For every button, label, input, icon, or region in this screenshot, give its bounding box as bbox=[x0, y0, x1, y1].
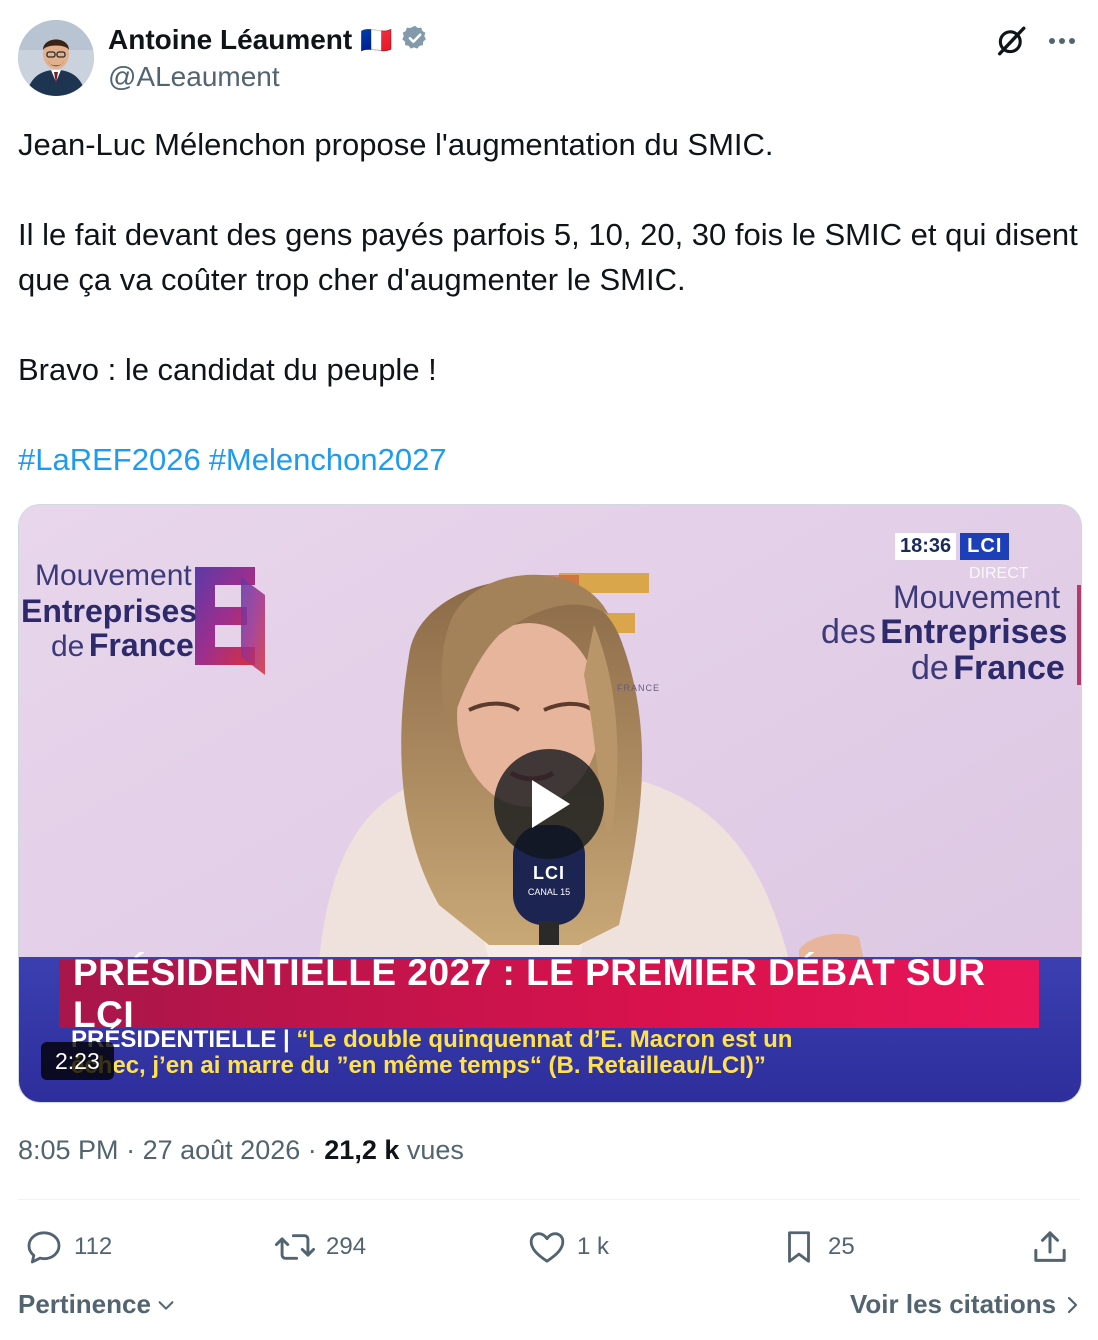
hashtag-link[interactable]: #Melenchon2027 bbox=[209, 442, 447, 477]
news-subtitle: PRÉSIDENTIELLE | “Le double quinquennat … bbox=[71, 1027, 792, 1079]
logo-left-france: France bbox=[88, 627, 194, 663]
grok-icon[interactable] bbox=[990, 20, 1032, 62]
like-button[interactable]: 1 k bbox=[527, 1225, 609, 1269]
view-quotes-link[interactable]: Voir les citations bbox=[850, 1289, 1082, 1320]
reply-button[interactable]: 112 bbox=[24, 1225, 112, 1269]
bookmark-icon bbox=[788, 1231, 810, 1263]
logo-left-de: de bbox=[51, 630, 85, 663]
logo-left-line2: Entreprises bbox=[21, 593, 198, 629]
avatar[interactable] bbox=[18, 20, 94, 96]
author-name-row[interactable]: Antoine Léaument 🇫🇷 bbox=[108, 20, 429, 60]
tweet-meta: 8:05 PM · 27 août 2026 · 21,2 k vues bbox=[18, 1135, 464, 1166]
repost-icon bbox=[274, 1234, 316, 1260]
logo-right-line3: de France bbox=[911, 651, 1065, 685]
mic-label: LCI bbox=[533, 863, 565, 883]
flag-icon: 🇫🇷 bbox=[360, 24, 393, 55]
verified-badge-icon bbox=[401, 24, 429, 57]
live-label: DIRECT bbox=[969, 565, 1029, 582]
hashtags: #LaREF2026 #Melenchon2027 bbox=[18, 437, 1080, 482]
views-label: vues bbox=[406, 1135, 464, 1165]
chevron-right-icon bbox=[1068, 1296, 1078, 1313]
like-count: 1 k bbox=[577, 1233, 610, 1260]
video-player[interactable]: Mouvement Entreprises de France FRANCE M… bbox=[18, 504, 1082, 1103]
logo-right-de: de bbox=[911, 649, 949, 687]
reply-icon bbox=[27, 1231, 61, 1264]
sort-label: Pertinence bbox=[18, 1289, 151, 1319]
share-icon bbox=[1034, 1231, 1066, 1262]
tweet-text: Jean-Luc Mélenchon propose l'augmentatio… bbox=[18, 122, 1080, 482]
video-duration: 2:23 bbox=[41, 1042, 114, 1080]
channel-badge: 18:36 LCI bbox=[895, 533, 1010, 560]
author-name[interactable]: Antoine Léaument bbox=[108, 24, 352, 56]
repost-button[interactable]: 294 bbox=[274, 1225, 366, 1269]
tweet-paragraph: Bravo : le candidat du peuple ! bbox=[18, 352, 437, 387]
chevron-down-icon bbox=[158, 1300, 174, 1310]
logo-right-france: France bbox=[953, 649, 1065, 687]
logo-right-entreprises: Entreprises bbox=[880, 613, 1068, 651]
meta-separator: · bbox=[126, 1135, 136, 1165]
tweet-date[interactable]: 27 août 2026 bbox=[143, 1135, 301, 1165]
meta-separator: · bbox=[307, 1135, 317, 1165]
ref-small-text: FRANCE bbox=[617, 683, 661, 693]
view-quotes-label: Voir les citations bbox=[850, 1289, 1057, 1319]
views-count: 21,2 k bbox=[324, 1135, 400, 1165]
logo-left-line3: de France bbox=[51, 629, 194, 662]
news-subtitle-line2: échec, j’en ai marre du ”en même temps“ … bbox=[71, 1052, 766, 1079]
share-button[interactable] bbox=[1030, 1225, 1070, 1269]
news-headline: PRÉSIDENTIELLE 2027 : LE PREMIER DÉBAT S… bbox=[59, 952, 1039, 1035]
logo-left-line1: Mouvement bbox=[35, 559, 192, 592]
tweet-paragraph: Jean-Luc Mélenchon propose l'augmentatio… bbox=[18, 127, 774, 162]
tweet-paragraph: Il le fait devant des gens payés parfois… bbox=[18, 217, 1078, 297]
channel-logo: LCI bbox=[960, 533, 1010, 560]
mic-sublabel: CANAL 15 bbox=[527, 887, 571, 897]
news-subtitle-line1: “Le double quinquennat d’E. Macron est u… bbox=[296, 1026, 793, 1053]
repost-count: 294 bbox=[326, 1233, 367, 1260]
play-button[interactable] bbox=[494, 749, 604, 859]
reply-count: 112 bbox=[74, 1233, 113, 1260]
clock-text: 18:36 bbox=[895, 533, 957, 560]
sort-dropdown[interactable]: Pertinence bbox=[18, 1289, 177, 1320]
more-options-icon[interactable] bbox=[1040, 20, 1084, 62]
bookmark-count: 25 bbox=[828, 1233, 855, 1260]
hashtag-link[interactable]: #LaREF2026 bbox=[18, 442, 201, 477]
play-icon bbox=[532, 780, 570, 828]
bookmark-button[interactable]: 25 bbox=[780, 1225, 855, 1269]
logo-right-line2: des Entreprises bbox=[821, 615, 1067, 649]
divider bbox=[18, 1199, 1080, 1200]
tweet-time[interactable]: 8:05 PM bbox=[18, 1135, 119, 1165]
heart-icon bbox=[529, 1232, 565, 1263]
logo-right-des: des bbox=[821, 613, 876, 651]
logo-right-line1: Mouvement bbox=[893, 579, 1061, 615]
author-handle[interactable]: @ALeaument bbox=[108, 61, 280, 93]
